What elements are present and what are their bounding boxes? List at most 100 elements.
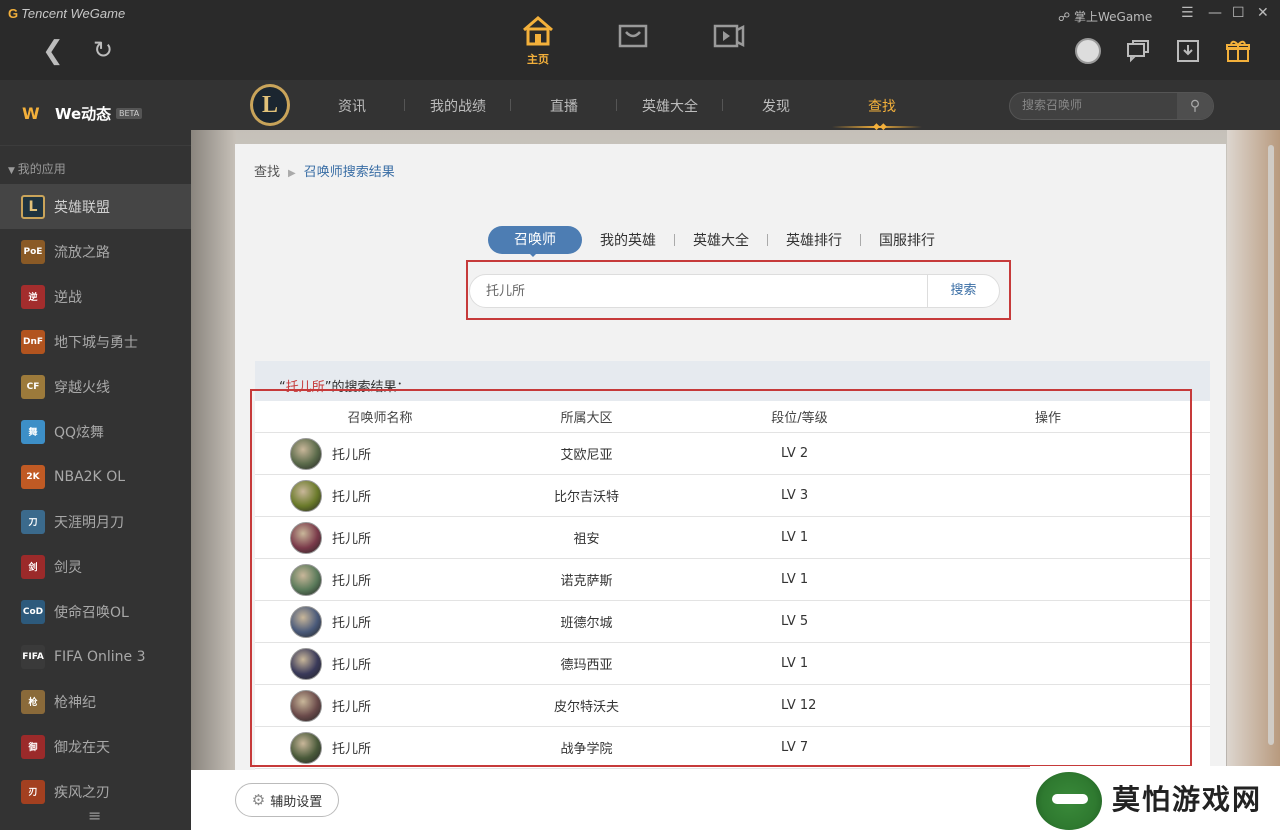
tab-caret-icon: [528, 252, 538, 257]
diamond-icon: ◆◆: [873, 122, 887, 132]
lol-logo: L: [250, 84, 290, 126]
search-icon[interactable]: ⚲: [1177, 93, 1213, 119]
sidebar-item-label: 使命召唤OL: [54, 604, 129, 621]
message-icon[interactable]: [1125, 38, 1151, 64]
divider: [404, 99, 405, 111]
nav-news[interactable]: 资讯: [338, 96, 366, 116]
home-icon: [515, 14, 561, 48]
sidebar-item-app[interactable]: 刀天涯明月刀: [0, 499, 191, 544]
sidebar-item-app[interactable]: FIFA FIFA Online 3: [0, 634, 191, 679]
sidebar-item-app[interactable]: 枪枪神纪: [0, 679, 191, 724]
summoner-name-input[interactable]: [486, 282, 906, 297]
sidebar-item-app[interactable]: L 英雄联盟: [0, 184, 191, 229]
maximize-button[interactable]: ☐: [1232, 5, 1245, 21]
sidebar-item-app[interactable]: 2K NBA2K OL: [0, 454, 191, 499]
sidebar-item-app[interactable]: CF 穿越火线: [0, 364, 191, 409]
sidebar-item-app[interactable]: PoE 流放之路: [0, 229, 191, 274]
tab-server-ranking[interactable]: 国服排行: [861, 230, 953, 250]
assist-settings-button[interactable]: ⚙ 辅助设置: [235, 783, 339, 817]
breadcrumb-root[interactable]: 查找: [254, 165, 280, 180]
sidebar-item-app[interactable]: 逆逆战: [0, 274, 191, 319]
divider: [722, 99, 723, 111]
dnf-icon: DnF: [21, 329, 45, 354]
breadcrumb-current: 召唤师搜索结果: [303, 165, 395, 180]
sidebar-item-label: NBA2K OL: [54, 468, 126, 485]
search-results: “托儿所”的搜索结果： 召唤师名称 所属大区 段位/等级 操作 托儿所 艾欧尼亚 L…: [250, 361, 1210, 781]
jianling-icon: 剑: [21, 554, 45, 579]
wegame-g-icon: G: [8, 6, 19, 21]
tab-home[interactable]: 主页: [515, 14, 561, 67]
avatar[interactable]: [1075, 38, 1101, 64]
sidebar-item-app[interactable]: CoD 使命召唤OL: [0, 589, 191, 634]
app-list: L 英雄联盟 PoE 流放之路逆逆战 DnF 地下城与勇士 CF 穿越火线舞 QQ炫舞 2K NBA…: [0, 184, 191, 814]
close-button[interactable]: ✕: [1257, 5, 1269, 21]
nav-heroes[interactable]: 英雄大全: [642, 96, 698, 116]
sidebar-item-label: QQ炫舞: [54, 424, 105, 441]
breadcrumb: 查找 ▶ 召唤师搜索结果: [254, 161, 395, 180]
main-content: L 资讯 我的战绩 直播 英雄大全 发现 查找 ◆◆ ⚲ 查找 ▶ 召唤师搜索结果 …: [191, 80, 1280, 781]
sidebar-item-label: 流放之路: [54, 244, 110, 261]
poe-icon: PoE: [21, 239, 45, 264]
summoner-searchbar: 搜索: [469, 274, 1000, 308]
nav-my-record[interactable]: 我的战绩: [430, 96, 486, 116]
summoner-search-box: ⚲: [1009, 92, 1214, 120]
search-button[interactable]: 搜索: [927, 275, 999, 307]
nizhan-icon: 逆: [21, 284, 45, 309]
nav-live[interactable]: 直播: [550, 96, 578, 116]
back-icon[interactable]: ❮: [42, 38, 64, 64]
cf-icon: CF: [21, 374, 45, 399]
fifa-icon: FIFA: [21, 644, 45, 669]
title-bar: G Tencent WeGame ❮ ↻ 主页 ☍ 掌上WeGame ☰ — ☐ …: [0, 0, 1280, 80]
summoner-search-input[interactable]: [1022, 98, 1172, 112]
lol-nav-bar: L 资讯 我的战绩 直播 英雄大全 发现 查找 ◆◆ ⚲: [191, 80, 1280, 132]
watermark: 莫怕游戏网: [1030, 766, 1280, 830]
my-apps-heading[interactable]: ▼ 我的应用: [8, 160, 66, 177]
chevron-right-icon: ▶: [288, 168, 296, 179]
store-icon: [609, 14, 655, 48]
sidebar-item-label: 天涯明月刀: [54, 514, 124, 531]
yulong-icon: 御: [21, 734, 45, 759]
tab-my-heroes[interactable]: 我的英雄: [582, 230, 674, 250]
menu-button[interactable]: ☰: [1181, 5, 1194, 21]
tab-store[interactable]: [609, 14, 655, 48]
divider: [616, 99, 617, 111]
caret-down-icon: ▼: [8, 166, 18, 176]
nba-icon: 2K: [21, 464, 45, 489]
we-dynamic-title: We动态: [55, 105, 112, 123]
video-icon: [704, 14, 750, 48]
sidebar-item-label: 地下城与勇士: [54, 334, 138, 351]
tab-hero-list[interactable]: 英雄大全: [675, 230, 767, 250]
tab-hero-ranking[interactable]: 英雄排行: [768, 230, 860, 250]
scrollbar[interactable]: [1268, 145, 1274, 745]
tab-summoner[interactable]: 召唤师: [488, 226, 582, 254]
sidebar-item-app[interactable]: 舞 QQ炫舞: [0, 409, 191, 454]
brand-logo: G Tencent WeGame: [8, 6, 126, 21]
codol-icon: CoD: [21, 599, 45, 624]
tab-video[interactable]: [704, 14, 750, 48]
sidebar-item-label: 逆战: [54, 289, 82, 306]
gear-icon: ⚙: [251, 791, 266, 809]
watermark-text: 莫怕游戏网: [1112, 785, 1263, 816]
download-icon[interactable]: [1175, 38, 1201, 64]
background-art: [191, 130, 236, 770]
jifeng-icon: 刃: [21, 779, 45, 804]
sidebar-item-label: 枪神纪: [54, 694, 96, 711]
sidebar-item-label: 疾风之刃: [54, 784, 110, 801]
nav-discover[interactable]: 发现: [762, 96, 790, 116]
sidebar-item-label: FIFA Online 3: [54, 648, 146, 665]
we-logo-icon: W: [22, 104, 40, 123]
mobile-wegame-link[interactable]: ☍ 掌上WeGame: [1058, 8, 1152, 25]
we-dynamic-header[interactable]: W We动态 BETA: [0, 80, 191, 146]
watermark-logo: [1036, 772, 1102, 830]
minimize-button[interactable]: —: [1208, 5, 1222, 21]
refresh-icon[interactable]: ↻: [93, 37, 113, 63]
gift-icon[interactable]: [1225, 38, 1251, 64]
sidebar-menu-icon[interactable]: ≡: [88, 806, 101, 825]
tianya-icon: 刀: [21, 509, 45, 534]
sidebar-item-app[interactable]: 御御龙在天: [0, 724, 191, 769]
sidebar-item-label: 剑灵: [54, 559, 82, 576]
sidebar-item-app[interactable]: 剑剑灵: [0, 544, 191, 589]
nav-find[interactable]: 查找: [868, 96, 896, 116]
sidebar-item-app[interactable]: DnF 地下城与勇士: [0, 319, 191, 364]
qqdance-icon: 舞: [21, 419, 45, 444]
